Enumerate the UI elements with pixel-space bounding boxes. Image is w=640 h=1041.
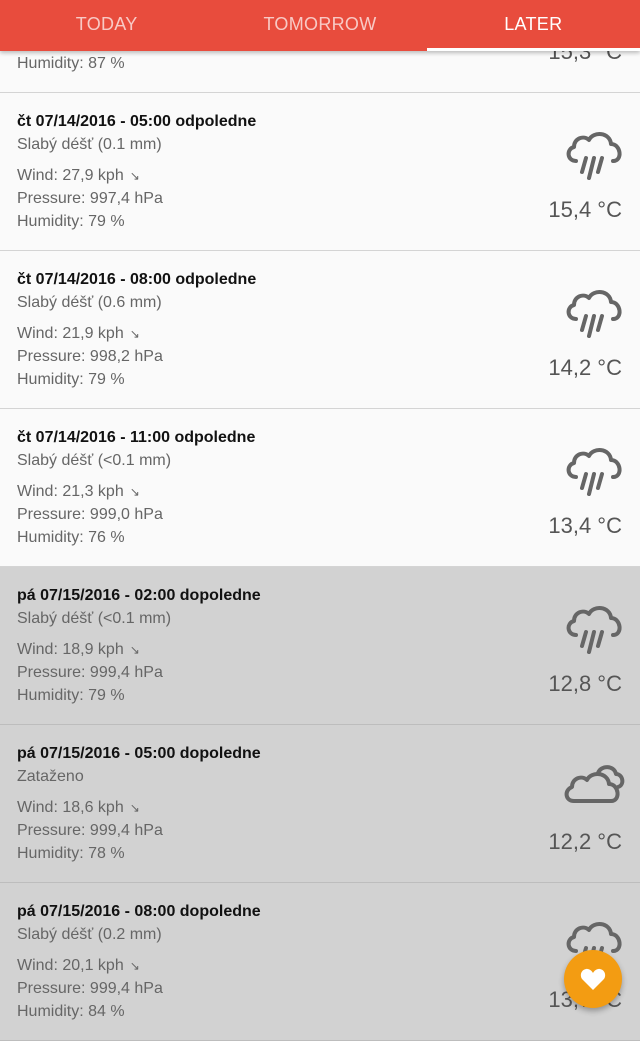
humidity-text: Humidity: 84 % (17, 1003, 125, 1020)
forecast-row[interactable]: pá 07/15/2016 - 08:00 dopoledne Slabý dé… (0, 883, 640, 1041)
forecast-list[interactable]: Humidity: 87 % 15,3 °C čt 07/14/2016 - 0… (0, 0, 640, 1041)
wind-direction-icon: ↘ (129, 327, 140, 341)
humidity-text: Humidity: 87 % (17, 55, 125, 72)
wind-line: Wind: 18,6 kph ↘ (17, 799, 140, 817)
forecast-time: pá 07/15/2016 - 08:00 dopoledne (17, 903, 261, 920)
wind-text: Wind: 21,9 kph (17, 325, 124, 342)
tab-later[interactable]: LATER (426, 0, 640, 51)
forecast-time: čt 07/14/2016 - 05:00 odpoledne (17, 113, 257, 130)
cloud-icon (564, 765, 625, 803)
forecast-description: Slabý déšť (0.6 mm) (17, 294, 162, 311)
pressure-text: Pressure: 999,4 hPa (17, 664, 163, 681)
wind-line: Wind: 18,9 kph ↘ (17, 641, 140, 659)
tab-tomorrow[interactable]: TOMORROW (213, 0, 426, 51)
forecast-time: pá 07/15/2016 - 05:00 dopoledne (17, 745, 261, 762)
forecast-time: čt 07/14/2016 - 08:00 odpoledne (17, 271, 257, 288)
rain-cloud-icon (566, 606, 622, 654)
wind-line: Wind: 20,1 kph ↘ (17, 957, 140, 975)
humidity-text: Humidity: 79 % (17, 687, 125, 704)
pressure-text: Pressure: 999,4 hPa (17, 822, 163, 839)
humidity-text: Humidity: 78 % (17, 845, 125, 862)
forecast-description: Slabý déšť (0.2 mm) (17, 926, 162, 943)
wind-text: Wind: 18,6 kph (17, 799, 124, 816)
wind-direction-icon: ↘ (129, 643, 140, 657)
forecast-description: Slabý déšť (<0.1 mm) (17, 452, 172, 469)
wind-text: Wind: 20,1 kph (17, 957, 124, 974)
temperature: 12,8 °C (548, 671, 622, 696)
humidity-text: Humidity: 79 % (17, 371, 125, 388)
tab-today[interactable]: TODAY (0, 0, 213, 51)
humidity-text: Humidity: 79 % (17, 213, 125, 230)
forecast-row[interactable]: pá 07/15/2016 - 02:00 dopoledne Slabý dé… (0, 567, 640, 725)
temperature: 13,4 °C (548, 513, 622, 538)
pressure-text: Pressure: 998,2 hPa (17, 348, 163, 365)
rain-cloud-icon (566, 290, 622, 338)
wind-direction-icon: ↘ (129, 801, 140, 815)
pressure-text: Pressure: 999,4 hPa (17, 980, 163, 997)
wind-line: Wind: 21,3 kph ↘ (17, 483, 140, 501)
tab-bar: TODAY TOMORROW LATER (0, 0, 640, 51)
wind-text: Wind: 18,9 kph (17, 641, 124, 658)
forecast-time: čt 07/14/2016 - 11:00 odpoledne (17, 429, 256, 446)
forecast-description: Slabý déšť (0.1 mm) (17, 136, 162, 153)
rain-cloud-icon (566, 448, 622, 496)
pressure-text: Pressure: 997,4 hPa (17, 190, 163, 207)
wind-text: Wind: 21,3 kph (17, 483, 124, 500)
forecast-time: pá 07/15/2016 - 02:00 dopoledne (17, 587, 261, 604)
rain-cloud-icon (566, 132, 622, 180)
wind-line: Wind: 21,9 kph ↘ (17, 325, 140, 343)
humidity-text: Humidity: 76 % (17, 529, 125, 546)
temperature: 12,2 °C (548, 829, 622, 854)
temperature: 15,4 °C (548, 197, 622, 222)
pressure-text: Pressure: 999,0 hPa (17, 506, 163, 523)
favorite-button[interactable] (564, 950, 622, 1008)
heart-icon (580, 968, 606, 990)
forecast-row[interactable]: čt 07/14/2016 - 05:00 odpoledne Slabý dé… (0, 93, 640, 251)
wind-direction-icon: ↘ (129, 959, 140, 973)
forecast-description: Slabý déšť (<0.1 mm) (17, 610, 172, 627)
wind-direction-icon: ↘ (129, 169, 140, 183)
forecast-row[interactable]: pá 07/15/2016 - 05:00 dopoledne Zataženo… (0, 725, 640, 883)
wind-text: Wind: 27,9 kph (17, 167, 124, 184)
forecast-row[interactable]: čt 07/14/2016 - 11:00 odpoledne Slabý dé… (0, 409, 640, 567)
temperature: 14,2 °C (548, 355, 622, 380)
forecast-row[interactable]: čt 07/14/2016 - 08:00 odpoledne Slabý dé… (0, 251, 640, 409)
wind-direction-icon: ↘ (129, 485, 140, 499)
wind-line: Wind: 27,9 kph ↘ (17, 167, 140, 185)
forecast-description: Zataženo (17, 768, 84, 785)
